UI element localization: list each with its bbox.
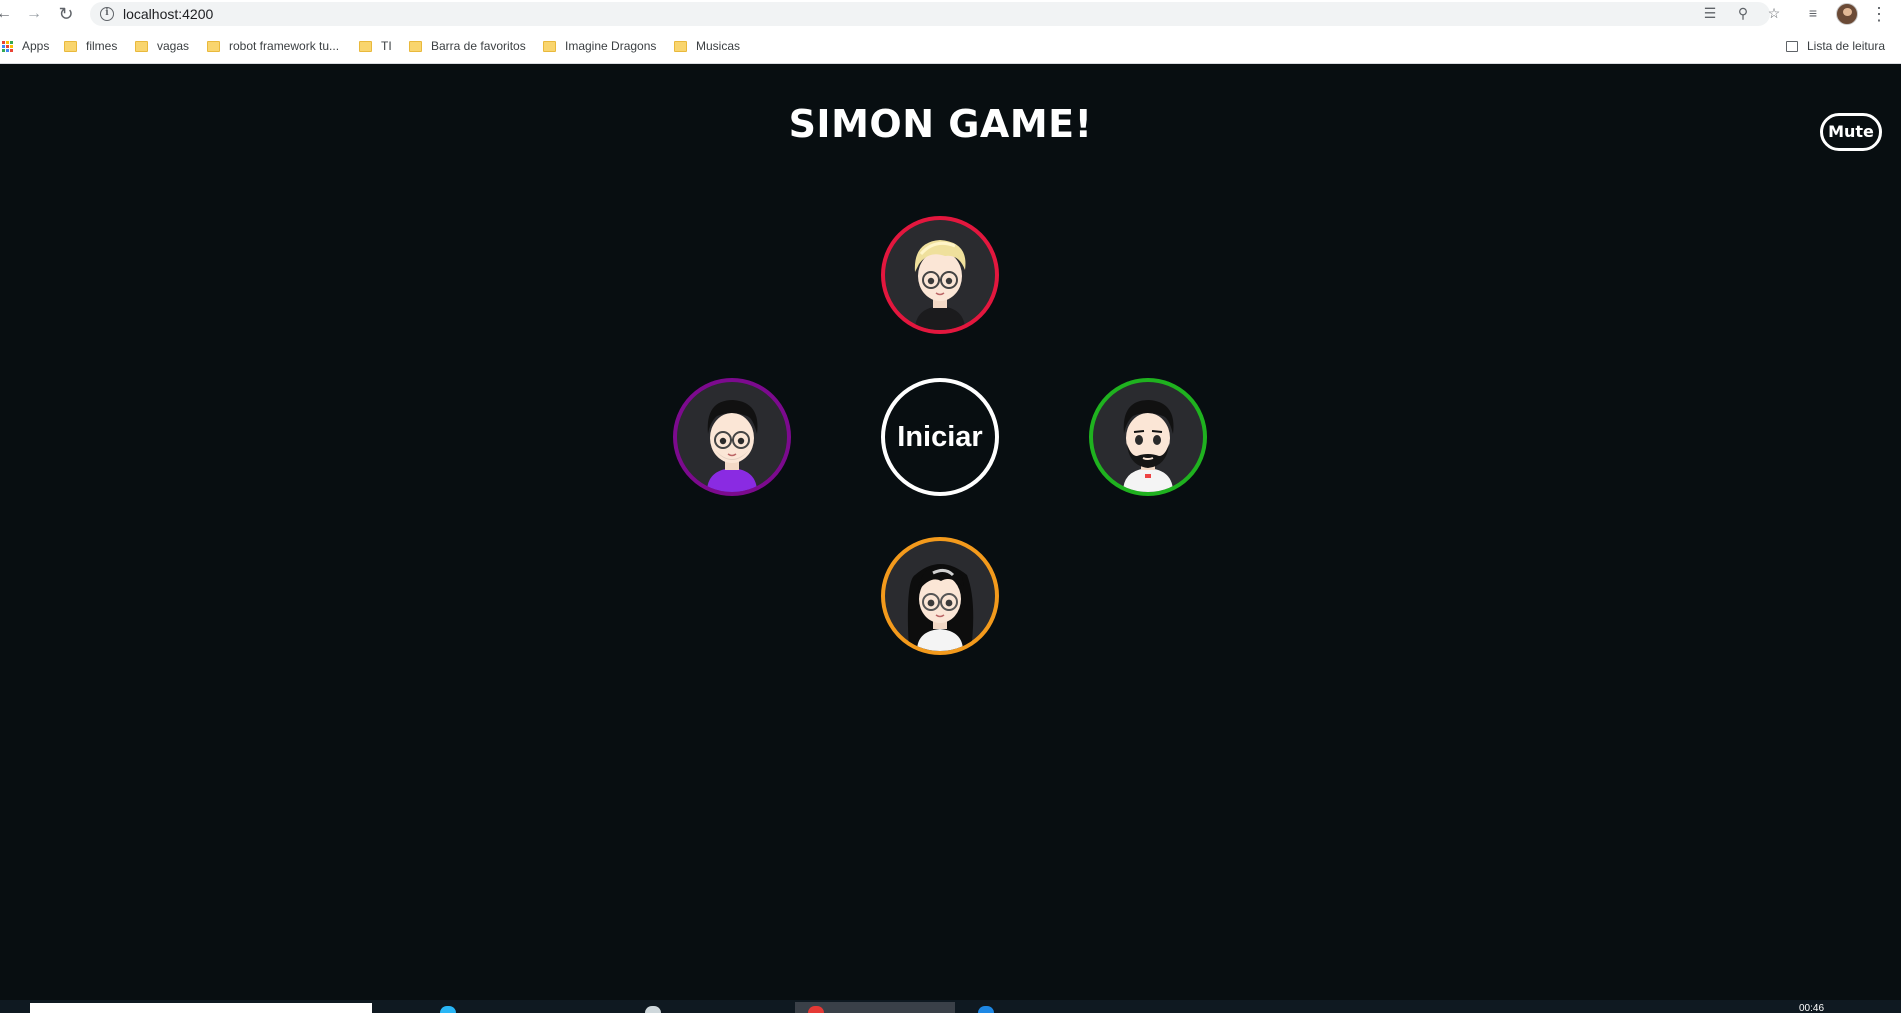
mute-button[interactable]: Mute (1820, 113, 1882, 151)
bookmark-vagas[interactable]: vagas (135, 37, 189, 55)
reading-list-button[interactable]: Lista de leitura (1786, 37, 1885, 55)
bookmark-label: filmes (86, 39, 118, 53)
folder-icon (674, 40, 687, 52)
reading-list-label: Lista de leitura (1807, 39, 1886, 53)
url-text[interactable]: localhost:4200 (123, 6, 213, 22)
start-button[interactable]: Iniciar (881, 378, 999, 496)
bookmark-robot-framework[interactable]: robot framework tu... (207, 37, 339, 55)
os-taskbar: 00:46 (0, 1000, 1901, 1013)
long-hair-glasses-avatar (907, 564, 974, 651)
bookmark-label: Barra de favoritos (431, 39, 526, 53)
reading-list-icon (1786, 40, 1798, 52)
back-arrow-icon[interactable]: ← (0, 4, 14, 24)
folder-icon (359, 40, 372, 52)
translate-icon[interactable]: ☰ (1700, 4, 1720, 22)
folder-icon (409, 40, 422, 52)
bookmark-label: Imagine Dragons (565, 39, 657, 53)
bookmark-label: Musicas (696, 39, 741, 53)
blonde-glasses-avatar (914, 240, 966, 330)
bookmark-musicas[interactable]: Musicas (674, 37, 740, 55)
bookmark-apps[interactable]: Apps (2, 37, 49, 55)
app-icon[interactable] (440, 1006, 456, 1013)
folder-icon (64, 40, 77, 52)
address-bar[interactable]: i localhost:4200 (90, 2, 1770, 26)
bookmark-filmes[interactable]: filmes (64, 37, 117, 55)
taskbar-clock: 00:46 (1799, 1003, 1825, 1013)
app-icon[interactable] (645, 1006, 661, 1013)
forward-arrow-icon[interactable]: → (24, 4, 44, 24)
zoom-icon[interactable]: ⚲ (1733, 4, 1753, 22)
app-icon[interactable] (978, 1006, 994, 1013)
bearded-avatar (1123, 400, 1174, 492)
folder-icon (543, 40, 556, 52)
bookmark-label: robot framework tu... (229, 39, 340, 53)
apps-grid-icon (2, 40, 13, 52)
pad-right[interactable] (1089, 378, 1207, 496)
bookmark-label: Apps (22, 39, 50, 53)
pad-bottom[interactable] (881, 537, 999, 655)
simon-game-area: SIMON GAME! Mute Iniciar (0, 65, 1901, 1000)
bookmark-barra-de-favoritos[interactable]: Barra de favoritos (409, 37, 526, 55)
pad-left[interactable] (673, 378, 791, 496)
folder-icon (135, 40, 148, 52)
bookmarks-bar: Apps filmes vagas robot framework tu... … (0, 28, 1901, 64)
taskbar-search-box[interactable] (30, 1003, 372, 1013)
media-control-icon[interactable]: ≡ (1803, 4, 1823, 22)
page-title: SIMON GAME! (788, 102, 1093, 146)
bookmark-label: TI (381, 39, 392, 53)
bookmark-ti[interactable]: TI (359, 37, 392, 55)
site-info-icon[interactable]: i (100, 7, 114, 21)
bookmark-label: vagas (157, 39, 190, 53)
reload-icon[interactable]: ↻ (56, 4, 76, 24)
chrome-icon[interactable] (808, 1006, 824, 1013)
browser-toolbar: ← → ↻ i localhost:4200 ☰ ⚲ ☆ ≡ ⋮ (0, 0, 1901, 28)
bookmark-star-icon[interactable]: ☆ (1764, 4, 1784, 22)
folder-icon (207, 40, 220, 52)
pad-top[interactable] (881, 216, 999, 334)
bookmark-imagine-dragons[interactable]: Imagine Dragons (543, 37, 656, 55)
browser-menu-icon[interactable]: ⋮ (1870, 3, 1888, 25)
profile-avatar-icon[interactable] (1836, 3, 1858, 25)
dark-hair-glasses-avatar (707, 400, 758, 492)
